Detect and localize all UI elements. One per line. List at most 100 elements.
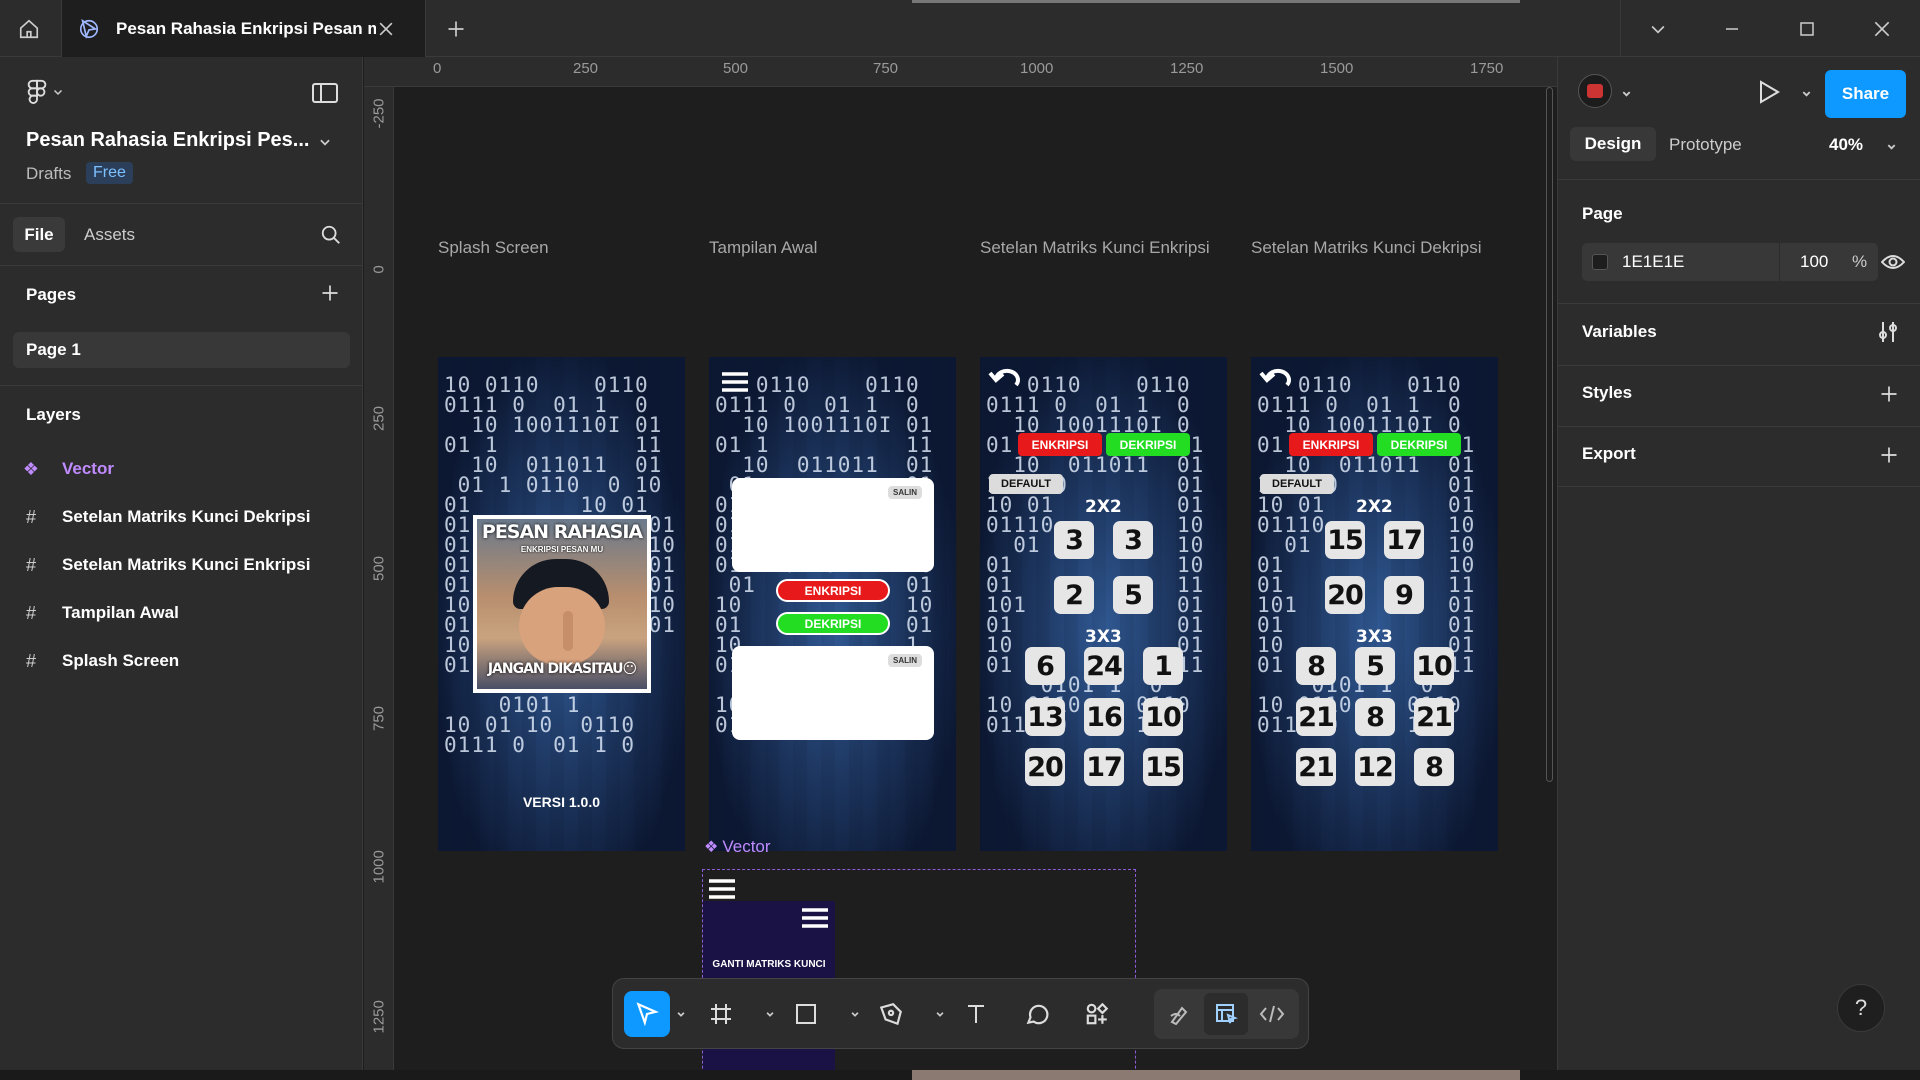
hamburger-menu-icon[interactable] [801, 907, 829, 929]
add-export-icon[interactable] [1879, 445, 1899, 465]
matrix-cell[interactable]: 5 [1113, 576, 1153, 614]
frame-tool-button[interactable] [698, 991, 744, 1037]
text-tool-button[interactable] [953, 991, 999, 1037]
matrix-cell[interactable]: 17 [1384, 521, 1424, 559]
page-color-value[interactable]: 1E1E1E [1622, 252, 1684, 272]
search-icon[interactable] [320, 224, 342, 246]
minimize-button[interactable] [1695, 0, 1769, 57]
frame-tampilan-awal[interactable]: 0110 0110 0111 0 01 1 0 10 1001110I 01 0… [709, 357, 956, 851]
chevron-down-icon[interactable] [1621, 88, 1632, 99]
vector-component-label[interactable]: ❖ Vector [704, 837, 771, 857]
resources-tool-button[interactable] [1074, 991, 1120, 1037]
main-menu-button[interactable] [26, 79, 64, 105]
frame-label-enkripsi[interactable]: Setelan Matriks Kunci Enkripsi [980, 238, 1210, 258]
matrix-cell[interactable]: 1 [1143, 647, 1183, 685]
matrix-cell[interactable]: 10 [1143, 698, 1183, 736]
rectangle-tool-button[interactable] [783, 991, 829, 1037]
matrix-cell[interactable]: 6 [1025, 647, 1065, 685]
change-key-matrix-item[interactable]: GANTI MATRIKS KUNCI [703, 959, 835, 970]
color-swatch[interactable] [1592, 254, 1608, 270]
chevron-down-icon[interactable] [318, 135, 332, 149]
file-location[interactable]: Drafts [26, 164, 71, 184]
default-button[interactable]: DEFAULT [1260, 474, 1334, 494]
eye-icon[interactable] [1881, 251, 1905, 273]
comment-tool-button[interactable] [1014, 991, 1060, 1037]
avatar[interactable] [1578, 74, 1612, 108]
add-page-icon[interactable] [320, 283, 340, 303]
home-button[interactable] [0, 0, 58, 57]
decrypt-tab-button[interactable]: DEKRIPSI [1106, 433, 1190, 456]
pen-tool-button[interactable] [868, 991, 914, 1037]
matrix-cell[interactable]: 15 [1143, 748, 1183, 786]
page-color-field[interactable]: 1E1E1E 100 % [1582, 243, 1878, 281]
encrypt-tab-button[interactable]: ENKRIPSI [1018, 433, 1102, 456]
new-tab-button[interactable] [430, 0, 482, 57]
play-icon[interactable] [1758, 80, 1780, 104]
layer-setelan-enkripsi[interactable]: # Setelan Matriks Kunci Enkripsi [0, 545, 363, 585]
copy-button[interactable]: SALIN [888, 654, 922, 667]
back-arrow-icon[interactable] [988, 367, 1022, 393]
layer-tampilan-awal[interactable]: # Tampilan Awal [0, 593, 363, 633]
dev-mode-button[interactable] [1250, 991, 1294, 1037]
encrypt-button[interactable]: ENKRIPSI [776, 579, 890, 602]
frame-label-splash[interactable]: Splash Screen [438, 238, 549, 258]
matrix-cell[interactable]: 3 [1054, 521, 1094, 559]
decrypt-tab-button[interactable]: DEKRIPSI [1377, 433, 1461, 456]
chevron-down-icon[interactable] [935, 1009, 945, 1019]
matrix-cell[interactable]: 21 [1414, 698, 1454, 736]
frame-splash-screen[interactable]: 10 0110 0110 0111 0 01 1 0 10 1001110I 0… [438, 357, 685, 851]
page-opacity-value[interactable]: 100 [1800, 252, 1828, 272]
share-button[interactable]: Share [1825, 70, 1906, 118]
tab-prototype[interactable]: Prototype [1669, 135, 1742, 155]
tab-assets[interactable]: Assets [84, 225, 135, 245]
toggle-sidebar-button[interactable] [312, 83, 338, 108]
matrix-cell[interactable]: 8 [1355, 698, 1395, 736]
draw-mode-button[interactable] [1158, 991, 1202, 1037]
default-button[interactable]: DEFAULT [989, 474, 1063, 494]
help-button[interactable]: ? [1837, 984, 1885, 1032]
hamburger-menu-icon[interactable] [721, 371, 749, 393]
matrix-cell[interactable]: 21 [1296, 748, 1336, 786]
matrix-cell[interactable]: 20 [1325, 576, 1365, 614]
zoom-level[interactable]: 40% [1829, 135, 1863, 155]
design-mode-button[interactable] [1204, 993, 1248, 1035]
frame-label-dekripsi[interactable]: Setelan Matriks Kunci Dekripsi [1251, 238, 1482, 258]
input-card[interactable]: SALIN [732, 478, 934, 572]
matrix-cell[interactable]: 8 [1296, 647, 1336, 685]
move-tool-button[interactable] [624, 991, 670, 1037]
matrix-cell[interactable]: 10 [1414, 647, 1454, 685]
matrix-cell[interactable]: 5 [1355, 647, 1395, 685]
matrix-cell[interactable]: 8 [1414, 748, 1454, 786]
maximize-button[interactable] [1770, 0, 1844, 57]
matrix-cell[interactable]: 21 [1296, 698, 1336, 736]
frame-label-awal[interactable]: Tampilan Awal [709, 238, 817, 258]
chevron-down-icon[interactable] [1801, 88, 1812, 99]
layer-setelan-dekripsi[interactable]: # Setelan Matriks Kunci Dekripsi [0, 497, 363, 537]
matrix-cell[interactable]: 17 [1084, 748, 1124, 786]
layer-splash-screen[interactable]: # Splash Screen [0, 641, 363, 681]
tab-design[interactable]: Design [1570, 127, 1656, 161]
design-canvas[interactable]: Splash Screen Tampilan Awal Setelan Matr… [395, 87, 1557, 1070]
matrix-cell[interactable]: 15 [1325, 521, 1365, 559]
decrypt-button[interactable]: DEKRIPSI [776, 612, 890, 635]
copy-button[interactable]: SALIN [888, 486, 922, 499]
chevron-down-icon[interactable] [765, 1009, 775, 1019]
chevron-down-icon[interactable] [1886, 141, 1897, 152]
layer-vector[interactable]: ❖ Vector [0, 449, 363, 489]
matrix-cell[interactable]: 13 [1025, 698, 1065, 736]
matrix-cell[interactable]: 2 [1054, 576, 1094, 614]
tabs-dropdown-button[interactable] [1621, 0, 1695, 57]
matrix-cell[interactable]: 24 [1084, 647, 1124, 685]
matrix-cell[interactable]: 9 [1384, 576, 1424, 614]
encrypt-tab-button[interactable]: ENKRIPSI [1289, 433, 1373, 456]
frame-setelan-enkripsi[interactable]: 0110 0110 0111 0 01 1 0 10 1001110I 0 01… [980, 357, 1227, 851]
matrix-cell[interactable]: 3 [1113, 521, 1153, 559]
output-card[interactable]: SALIN [732, 646, 934, 740]
variables-icon[interactable] [1877, 320, 1899, 344]
close-tab-icon[interactable] [376, 19, 396, 39]
vertical-scrollbar[interactable] [1546, 87, 1553, 782]
matrix-cell[interactable]: 12 [1355, 748, 1395, 786]
add-style-icon[interactable] [1879, 384, 1899, 404]
chevron-down-icon[interactable] [850, 1009, 860, 1019]
matrix-cell[interactable]: 16 [1084, 698, 1124, 736]
